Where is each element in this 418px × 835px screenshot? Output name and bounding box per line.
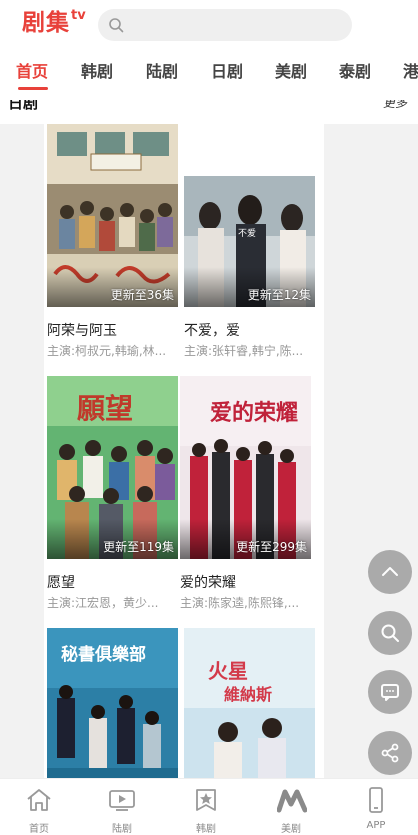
svg-text:秘書俱樂部: 秘書俱樂部 [61, 644, 146, 665]
tab-korean[interactable]: 韩剧 [81, 60, 113, 84]
drama-title[interactable]: 不爱，爱 [184, 320, 240, 340]
nav-item-korean[interactable]: 韩剧 [176, 779, 236, 835]
poster-image[interactable]: 秘書俱樂部 [47, 628, 178, 784]
bottom-nav: 首页 陆剧 韩剧 美剧 APP [0, 778, 418, 835]
nav-item-mainland[interactable]: 陆剧 [92, 779, 152, 835]
drama-cast: 主演:陈家逵,陈熙锋,... [180, 596, 300, 610]
svg-text:維納斯: 維納斯 [224, 685, 272, 704]
episode-badge: 更新至12集 [247, 288, 311, 302]
share-button[interactable] [368, 731, 412, 775]
episode-badge: 更新至119集 [103, 540, 174, 554]
poster-image[interactable]: 不爱 更新至12集 [184, 176, 315, 307]
nav-label: 韩剧 [196, 824, 216, 835]
tab-mainland[interactable]: 陆剧 [146, 60, 178, 84]
section-header-peek: 日剧 更多 [0, 100, 418, 124]
poster-image[interactable]: 願望 更新至119集 [47, 376, 178, 559]
tab-hongkong[interactable]: 港 [403, 60, 418, 84]
svg-text:不爱: 不爱 [238, 228, 256, 239]
category-tabs: 首页 韩剧 陆剧 日剧 美剧 泰剧 港 [0, 60, 418, 90]
nav-label: 美剧 [281, 824, 301, 835]
phone-icon [369, 787, 383, 813]
nav-label: APP [366, 820, 386, 831]
drama-grid: 更新至36集 阿荣与阿玉 主演:柯叔元,韩瑜,林... 不爱 更新至12集 不爱… [44, 124, 324, 784]
search-icon [381, 624, 399, 642]
episode-badge: 更新至36集 [110, 288, 174, 302]
message-icon [381, 684, 399, 701]
tv-icon [109, 790, 135, 811]
tab-american[interactable]: 美剧 [275, 60, 307, 84]
search-input[interactable] [98, 9, 352, 41]
m-logo-icon [277, 789, 307, 813]
star-icon [196, 789, 216, 811]
section-more-link[interactable]: 更多 [383, 100, 407, 111]
back-to-top-button[interactable] [368, 550, 412, 594]
search-icon [109, 18, 124, 33]
svg-text:爱的荣耀: 爱的荣耀 [210, 400, 298, 426]
chevron-up-icon [382, 567, 398, 576]
logo-text: 剧集 [22, 10, 70, 36]
logo-suffix: tv [71, 8, 86, 23]
poster-image[interactable]: 爱的荣耀 更新至299集 [180, 376, 311, 559]
drama-cast: 主演:柯叔元,韩瑜,林... [47, 344, 167, 358]
section-title: 日剧 [8, 100, 39, 112]
drama-title[interactable]: 愿望 [47, 572, 75, 592]
drama-title[interactable]: 阿荣与阿玉 [47, 320, 117, 340]
tab-thai[interactable]: 泰剧 [339, 60, 371, 84]
svg-text:願望: 願望 [77, 392, 133, 425]
message-button[interactable] [368, 670, 412, 714]
drama-cast: 主演:张轩睿,韩宁,陈... [184, 344, 304, 358]
home-icon [27, 789, 51, 811]
nav-label: 首页 [29, 824, 49, 835]
episode-badge: 更新至299集 [236, 540, 307, 554]
poster-image[interactable]: 火星 維納斯 [184, 628, 315, 784]
poster-image[interactable]: 更新至36集 [47, 124, 178, 307]
active-tab-indicator [18, 87, 48, 90]
drama-title[interactable]: 爱的荣耀 [180, 572, 236, 592]
nav-item-home[interactable]: 首页 [9, 779, 69, 835]
header: 剧集 tv 首页 韩剧 陆剧 日剧 美剧 泰剧 港 [0, 0, 418, 100]
share-icon [381, 743, 399, 763]
svg-text:火星: 火星 [208, 659, 248, 683]
tab-home[interactable]: 首页 [16, 60, 48, 84]
nav-item-american[interactable]: 美剧 [261, 779, 321, 835]
tab-japanese[interactable]: 日剧 [211, 60, 243, 84]
search-button[interactable] [368, 611, 412, 655]
nav-label: 陆剧 [112, 824, 132, 835]
drama-cast: 主演:江宏恩，黄少... [47, 596, 159, 610]
nav-item-app[interactable]: APP [346, 779, 406, 835]
site-logo[interactable]: 剧集 tv [22, 8, 86, 38]
